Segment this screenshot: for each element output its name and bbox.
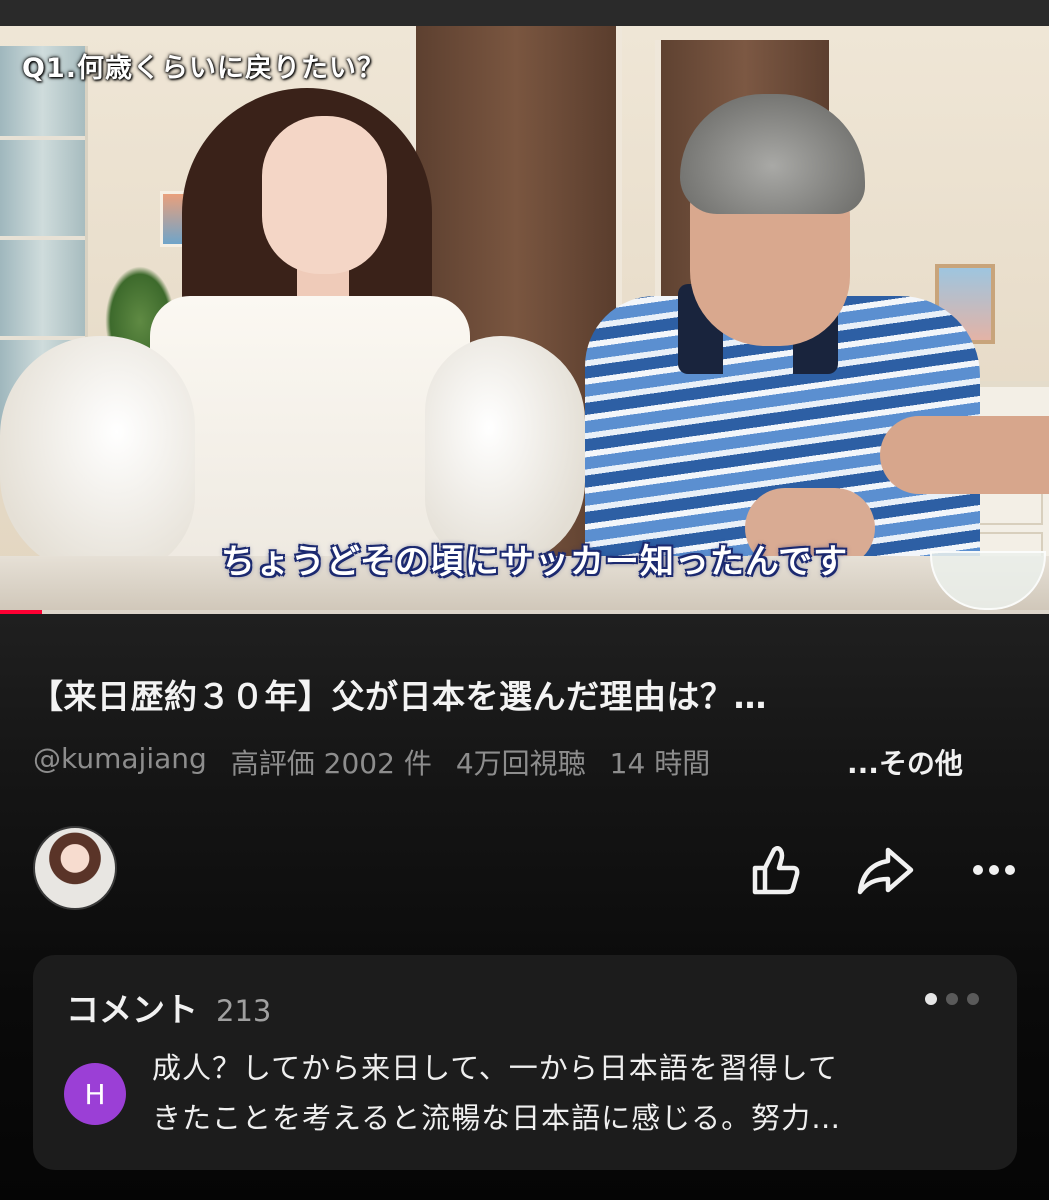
woman-face bbox=[262, 116, 387, 274]
comments-label: コメント bbox=[66, 990, 198, 1029]
cabinet-shelf bbox=[0, 136, 85, 140]
video-caption-top: Q1.何歳くらいに戻りたい？ bbox=[22, 53, 385, 84]
thumbs-up-icon bbox=[752, 846, 800, 895]
top-comment-text: 成人？してから来日して、一から日本語を習得して きたことを考えると流暢な日本語に… bbox=[152, 1043, 962, 1143]
more-description-link[interactable]: ...その他 bbox=[847, 742, 963, 782]
channel-handle[interactable]: @kumajiang bbox=[33, 742, 207, 782]
app-screen: Q1.何歳くらいに戻りたい？ ちょうどその頃にサッカー知ったんです 【来日歴約３… bbox=[0, 0, 1049, 1200]
page-dot bbox=[946, 993, 958, 1005]
like-button[interactable] bbox=[745, 838, 809, 902]
comments-count: 213 bbox=[216, 994, 272, 1028]
comments-page-indicator bbox=[925, 993, 979, 1005]
comments-header: コメント 213 bbox=[66, 983, 271, 1031]
comments-panel[interactable]: コメント 213 H 成人？してから来日して、一から日本語を習得して きたことを… bbox=[33, 955, 1017, 1170]
more-actions-button[interactable] bbox=[962, 838, 1026, 902]
video-subtitle: ちょうどその頃にサッカー知ったんです bbox=[220, 541, 849, 583]
page-dot bbox=[967, 993, 979, 1005]
video-title[interactable]: 【来日歴約３０年】父が日本を選んだ理由は？… bbox=[30, 670, 1020, 718]
top-comment-line: きたことを考えると流暢な日本語に感じる。努力… bbox=[152, 1101, 842, 1135]
like-count: 高評価 2002 件 bbox=[230, 747, 432, 780]
page-dot bbox=[925, 993, 937, 1005]
commenter-avatar[interactable]: H bbox=[64, 1063, 126, 1125]
video-progress-bar[interactable] bbox=[0, 610, 1049, 614]
channel-avatar[interactable] bbox=[33, 826, 117, 910]
share-icon bbox=[857, 847, 914, 895]
share-button[interactable] bbox=[853, 838, 917, 902]
video-meta[interactable]: @kumajiang 高評価 2002 件 4万回視聴 14 時間 ...その他 bbox=[33, 742, 1023, 782]
more-horizontal-icon bbox=[973, 865, 1015, 875]
man-arm bbox=[880, 416, 1049, 494]
cabinet-shelf bbox=[0, 236, 85, 240]
woman-sleeve bbox=[425, 336, 585, 566]
upload-time: 14 時間 bbox=[609, 747, 711, 780]
video-player[interactable]: Q1.何歳くらいに戻りたい？ ちょうどその頃にサッカー知ったんです bbox=[0, 26, 1049, 614]
video-progress-fill bbox=[0, 610, 42, 614]
video-meta-stats: @kumajiang 高評価 2002 件 4万回視聴 14 時間 bbox=[33, 742, 843, 782]
status-strip bbox=[0, 0, 1049, 26]
view-count: 4万回視聴 bbox=[455, 747, 586, 780]
top-comment-line: 成人？してから来日して、一から日本語を習得して bbox=[152, 1051, 838, 1085]
